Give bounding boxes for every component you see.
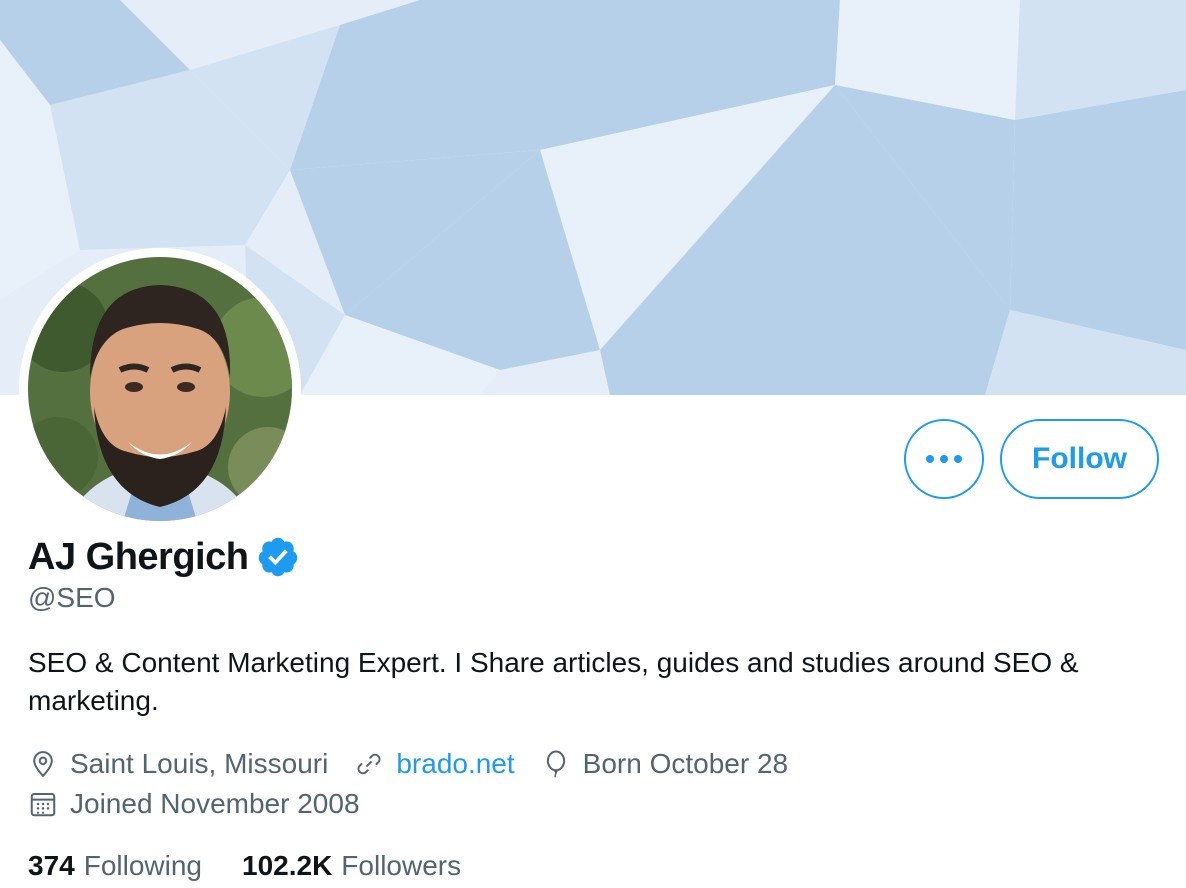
profile-name-row: AJ Ghergich: [28, 532, 300, 582]
profile-meta-row: Saint Louis, Missouri brado.net Born Oct…: [28, 744, 814, 784]
display-name: AJ Ghergich: [28, 535, 249, 578]
calendar-icon: [30, 793, 56, 817]
joined-item: Joined November 2008: [28, 788, 360, 820]
link-icon: [357, 753, 381, 775]
location-pin-icon: [33, 751, 53, 778]
location-item: Saint Louis, Missouri: [28, 748, 328, 780]
follow-button[interactable]: Follow: [1000, 419, 1159, 499]
follow-button-label: Follow: [1032, 442, 1127, 475]
location-text: Saint Louis, Missouri: [70, 748, 329, 779]
profile-avatar[interactable]: [19, 248, 301, 530]
avatar-photo: [28, 257, 292, 521]
following-link[interactable]: 374 Following: [28, 850, 202, 882]
followers-label: Followers: [341, 850, 462, 881]
birthday-text: Born October 28: [582, 748, 789, 779]
balloon-icon: [546, 750, 565, 778]
website-link[interactable]: brado.net: [396, 748, 514, 780]
following-count: 374: [28, 850, 75, 881]
profile-bio: SEO & Content Marketing Expert. I Share …: [28, 647, 1079, 716]
profile-page: Follow AJ Ghergich @SEO SEO & Content Ma…: [0, 0, 1186, 888]
following-label: Following: [83, 850, 202, 881]
followers-count: 102.2K: [242, 850, 333, 881]
followers-link[interactable]: 102.2K Followers: [242, 850, 461, 882]
profile-joined-row: Joined November 2008: [28, 784, 386, 824]
verified-badge-icon: [259, 537, 298, 577]
joined-text: Joined November 2008: [70, 788, 360, 819]
profile-handle: @SEO: [28, 582, 116, 613]
website-item[interactable]: brado.net: [354, 748, 515, 780]
birthday-item: Born October 28: [541, 748, 788, 780]
follow-stats: 374 Following 102.2K Followers: [28, 846, 501, 886]
ellipsis-icon: [926, 455, 962, 463]
more-options-button[interactable]: [904, 419, 984, 499]
